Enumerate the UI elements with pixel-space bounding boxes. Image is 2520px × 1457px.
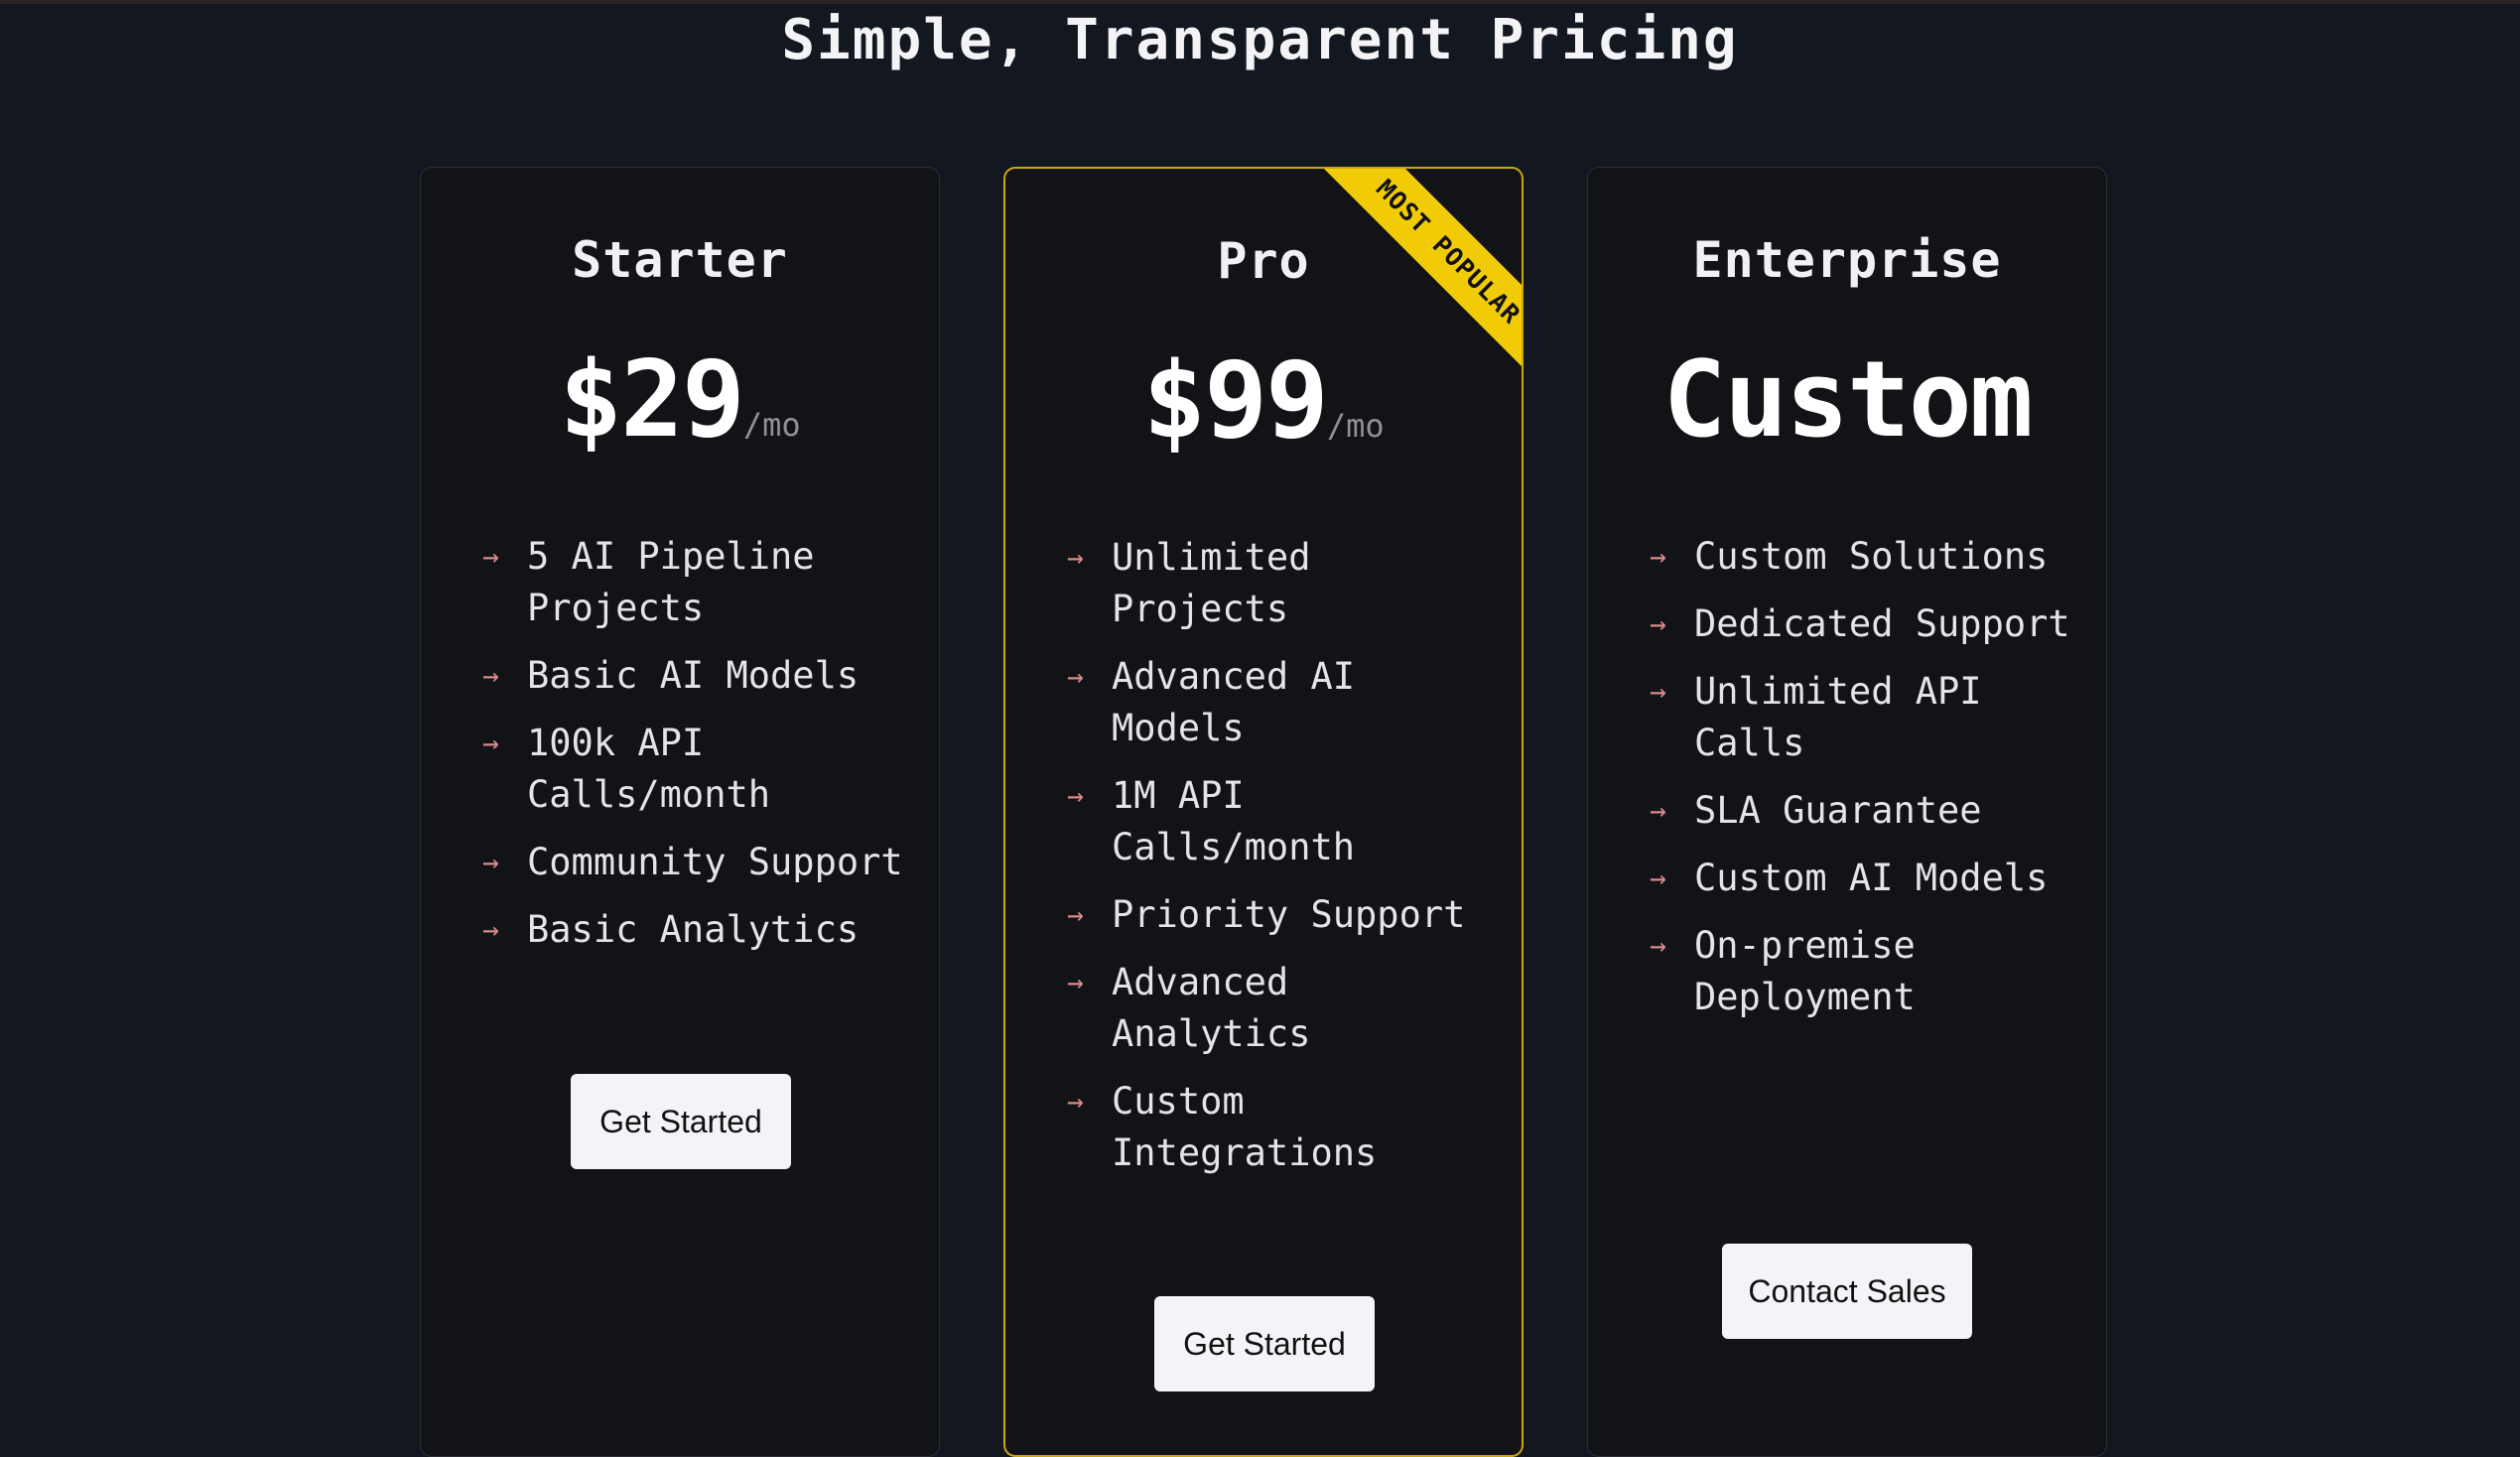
feature-item: → Basic AI Models: [482, 650, 919, 702]
plan-price: Custom: [1662, 338, 2034, 461]
feature-label: Custom Integrations: [1112, 1080, 1378, 1174]
feature-item: → Unlimited Projects: [1067, 532, 1504, 635]
arrow-right-icon: →: [1067, 966, 1084, 998]
arrow-right-icon: →: [1067, 660, 1084, 693]
feature-item: → Unlimited API Calls: [1650, 666, 2086, 769]
feature-item: → Dedicated Support: [1650, 598, 2086, 650]
plan-period: /mo: [742, 406, 801, 444]
contact-sales-button[interactable]: Contact Sales: [1722, 1244, 1972, 1339]
arrow-right-icon: →: [482, 727, 499, 759]
feature-item: → Advanced Analytics: [1067, 957, 1504, 1060]
feature-item: → Community Support: [482, 837, 919, 888]
feature-item: → Advanced AI Models: [1067, 651, 1504, 754]
feature-label: Custom Solutions: [1694, 535, 2049, 578]
feature-label: SLA Guarantee: [1694, 789, 1982, 832]
price-row: Custom: [1588, 338, 2106, 461]
feature-item: → On-premise Deployment: [1650, 920, 2086, 1023]
arrow-right-icon: →: [482, 913, 499, 946]
feature-label: Unlimited API Calls: [1694, 670, 1982, 764]
price-row: $29/mo: [421, 338, 939, 461]
feature-label: Custom AI Models: [1694, 857, 2049, 899]
arrow-right-icon: →: [1650, 675, 1666, 708]
feature-item: → Custom Solutions: [1650, 531, 2086, 583]
feature-label: Unlimited Projects: [1112, 536, 1311, 630]
arrow-right-icon: →: [1067, 898, 1084, 931]
arrow-right-icon: →: [1650, 540, 1666, 573]
arrow-right-icon: →: [482, 846, 499, 878]
feature-item: → Custom Integrations: [1067, 1076, 1504, 1179]
plan-name: Pro: [1217, 232, 1310, 290]
feature-label: 5 AI Pipeline Projects: [527, 535, 815, 629]
arrow-right-icon: →: [1650, 861, 1666, 894]
feature-label: 1M API Calls/month: [1112, 774, 1356, 868]
arrow-right-icon: →: [1650, 929, 1666, 962]
feature-label: 100k API Calls/month: [527, 722, 771, 816]
feature-item: → Basic Analytics: [482, 904, 919, 956]
feature-item: → 100k API Calls/month: [482, 718, 919, 821]
plan-price: $29: [559, 338, 744, 461]
feature-item: → Custom AI Models: [1650, 853, 2086, 904]
arrow-right-icon: →: [1067, 541, 1084, 574]
feature-label: Dedicated Support: [1694, 602, 2070, 645]
arrow-right-icon: →: [1650, 794, 1666, 827]
feature-list: → Custom Solutions → Dedicated Support → Un…: [1650, 531, 2086, 1039]
feature-label: Priority Support: [1112, 893, 1466, 936]
feature-label: Advanced AI Models: [1112, 655, 1356, 749]
page-title: Simple, Transparent Pricing: [781, 8, 1739, 72]
feature-label: Basic Analytics: [527, 908, 860, 951]
plan-name: Starter: [572, 231, 788, 289]
feature-label: On-premise Deployment: [1694, 924, 1916, 1018]
feature-item: → 5 AI Pipeline Projects: [482, 531, 919, 634]
arrow-right-icon: →: [1650, 607, 1666, 640]
plan-card-pro: MOST POPULAR Pro $99/mo → Unlimited Proje…: [1003, 167, 1524, 1457]
plan-card-starter: Starter $29/mo → 5 AI Pipeline Projects →…: [420, 167, 940, 1457]
feature-list: → 5 AI Pipeline Projects → Basic AI Models…: [482, 531, 919, 972]
feature-list: → Unlimited Projects → Advanced AI Models …: [1067, 532, 1504, 1195]
feature-item: → SLA Guarantee: [1650, 785, 2086, 837]
plan-price: $99: [1142, 339, 1328, 462]
feature-label: Community Support: [527, 841, 903, 883]
arrow-right-icon: →: [482, 540, 499, 573]
arrow-right-icon: →: [482, 659, 499, 692]
feature-label: Basic AI Models: [527, 654, 860, 697]
price-row: $99/mo: [1005, 339, 1522, 462]
top-border: [0, 0, 2520, 4]
feature-item: → 1M API Calls/month: [1067, 770, 1504, 873]
plan-name: Enterprise: [1692, 231, 2002, 289]
get-started-button[interactable]: Get Started: [1154, 1296, 1375, 1391]
plan-period: /mo: [1326, 407, 1385, 445]
arrow-right-icon: →: [1067, 779, 1084, 812]
get-started-button[interactable]: Get Started: [571, 1074, 791, 1169]
feature-label: Advanced Analytics: [1112, 961, 1311, 1055]
arrow-right-icon: →: [1067, 1085, 1084, 1118]
plan-card-enterprise: Enterprise Custom → Custom Solutions → Ded…: [1587, 167, 2107, 1457]
feature-item: → Priority Support: [1067, 889, 1504, 941]
